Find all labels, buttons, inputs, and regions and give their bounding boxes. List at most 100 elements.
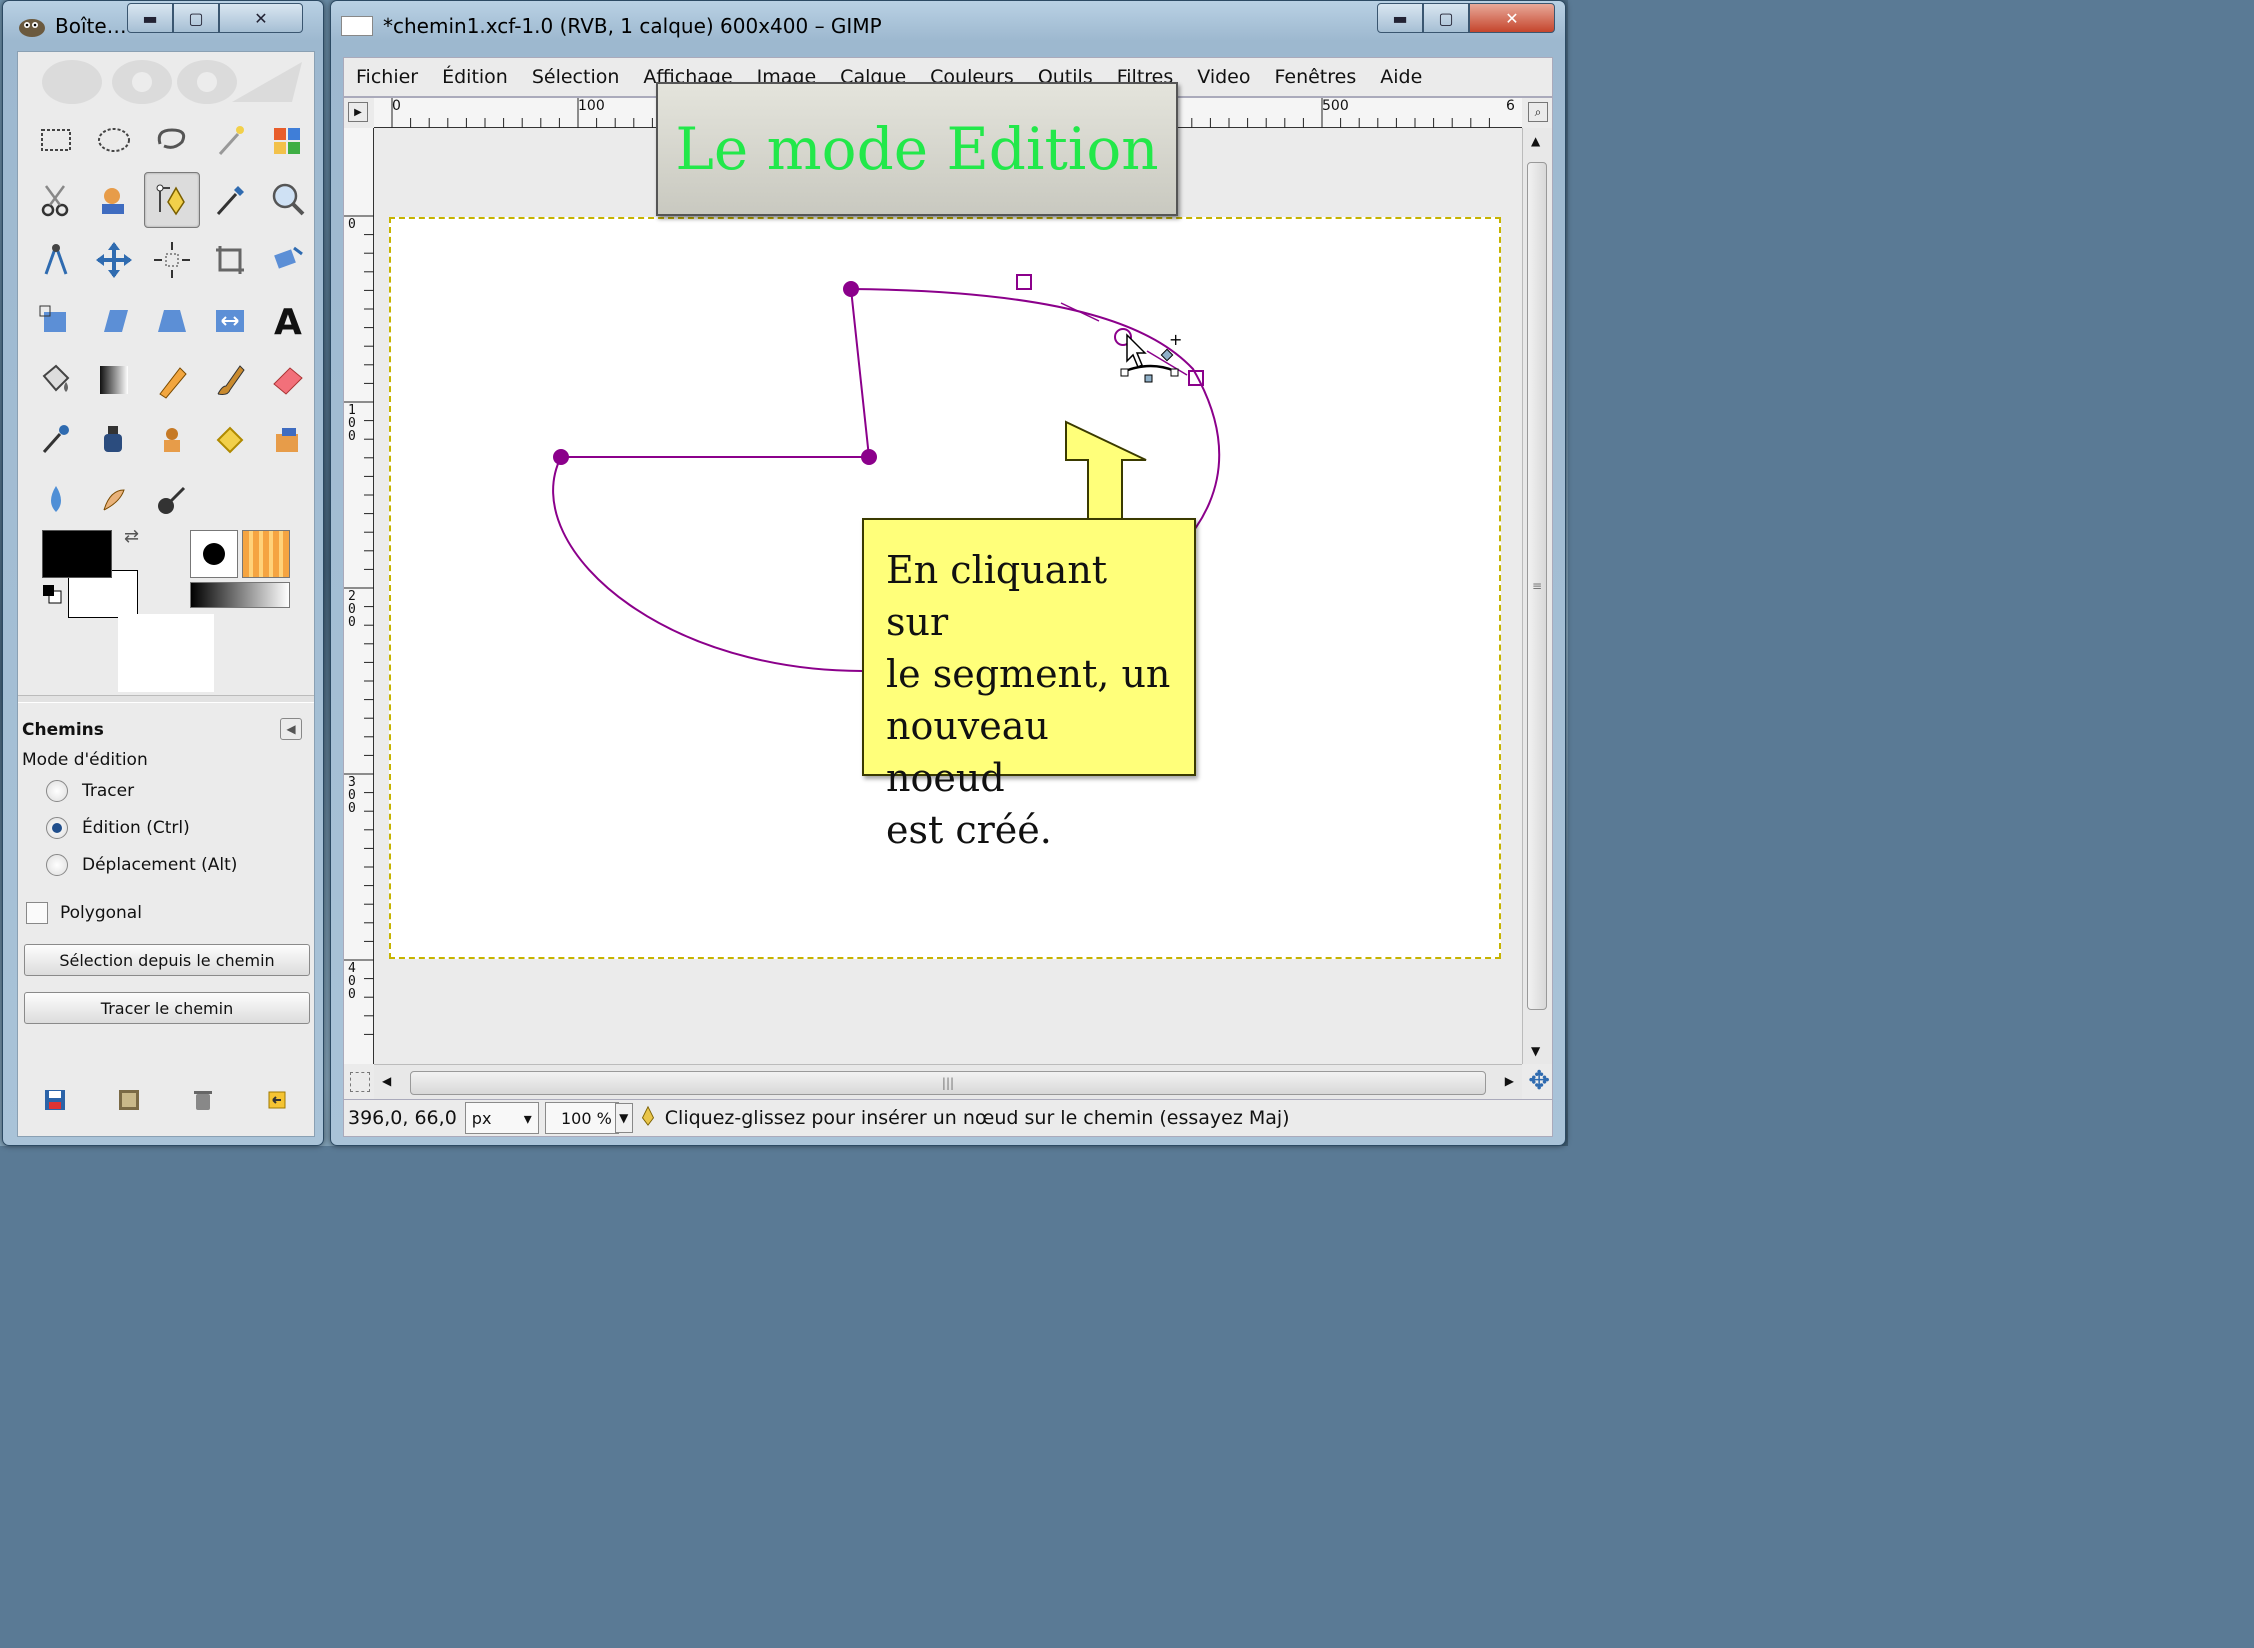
mode-radio-move[interactable]: Déplacement (Alt) [46, 854, 237, 876]
fuzzy-select-icon [218, 126, 244, 156]
tool-paintbrush[interactable] [202, 352, 258, 408]
panel-divider[interactable] [18, 695, 314, 703]
tool-perspective[interactable] [144, 292, 200, 348]
active-image-preview[interactable] [118, 614, 214, 692]
brush-preview[interactable] [190, 530, 238, 578]
maximize-button[interactable]: ▢ [1423, 3, 1469, 33]
tool-zoom[interactable] [260, 172, 316, 228]
tool-perspective-clone[interactable] [260, 412, 316, 468]
tool-color-select[interactable] [260, 112, 316, 168]
ruler-v-label: 300 [348, 775, 356, 816]
mode-radio-edit[interactable]: Édition (Ctrl) [46, 817, 190, 839]
scissors-icon [41, 185, 69, 217]
radio-button-selected[interactable] [46, 817, 68, 839]
tool-flip[interactable] [202, 292, 258, 348]
tool-text[interactable]: A [260, 292, 316, 348]
menu-edition[interactable]: Édition [430, 66, 520, 88]
tool-eraser[interactable] [260, 352, 316, 408]
menu-video[interactable]: Video [1185, 66, 1262, 88]
restore-options-icon[interactable] [115, 1086, 143, 1114]
tool-airbrush[interactable] [28, 412, 84, 468]
callout-box: En cliquant sur le segment, un nouveau n… [862, 518, 1196, 852]
foreground-color-swatch[interactable] [42, 530, 112, 578]
zoom-dropdown-icon[interactable]: ▼ [614, 1103, 633, 1133]
zoom-field[interactable]: 100 % [544, 1102, 619, 1134]
reset-options-icon[interactable] [263, 1086, 291, 1114]
vertical-scroll-thumb[interactable]: ≡ [1527, 162, 1547, 1010]
panel-menu-icon[interactable]: ◀ [280, 718, 302, 740]
vertical-scrollbar[interactable]: ▲ ≡ ▼ [1522, 128, 1552, 1064]
path-anchor[interactable] [843, 281, 859, 297]
menu-fenetres[interactable]: Fenêtres [1263, 66, 1369, 88]
maximize-button[interactable]: ▢ [173, 3, 219, 33]
tool-scale[interactable] [28, 292, 84, 348]
scroll-down-arrow-icon[interactable]: ▼ [1531, 1044, 1540, 1058]
tool-fuzzy-select[interactable] [202, 112, 258, 168]
scroll-up-arrow-icon[interactable]: ▲ [1531, 134, 1540, 148]
ruler-v-label: 100 [348, 403, 356, 444]
scale-icon [39, 305, 66, 332]
tool-smudge[interactable] [86, 472, 142, 528]
close-button[interactable]: ✕ [219, 3, 303, 33]
callout-arrow-icon [1065, 420, 1147, 521]
annotation-callout: En cliquant sur le segment, un nouveau n… [862, 420, 1196, 852]
tool-foreground-select[interactable] [86, 172, 142, 228]
tool-color-picker[interactable] [202, 172, 258, 228]
save-options-icon[interactable] [41, 1086, 69, 1114]
horizontal-scroll-thumb[interactable]: ||| [410, 1071, 1486, 1095]
document-icon [341, 16, 373, 36]
menu-selection[interactable]: Sélection [520, 66, 632, 88]
path-anchor[interactable] [553, 449, 569, 465]
vertical-ruler[interactable]: 0 100 200 300 400 [344, 128, 374, 1064]
menu-fichier[interactable]: Fichier [344, 66, 430, 88]
default-colors-icon[interactable] [42, 584, 62, 604]
menu-aide[interactable]: Aide [1368, 66, 1434, 88]
ruler-ticks-v [344, 215, 374, 1035]
scroll-right-arrow-icon[interactable]: ▶ [1505, 1074, 1514, 1088]
tool-move[interactable] [86, 232, 142, 288]
tool-ink[interactable] [86, 412, 142, 468]
path-handle[interactable] [1016, 274, 1032, 290]
minimize-button[interactable]: ▬ [127, 3, 173, 33]
tool-clone[interactable] [144, 412, 200, 468]
quick-mask-menu-icon[interactable]: ▶ [348, 102, 368, 122]
scroll-left-arrow-icon[interactable]: ◀ [382, 1074, 391, 1088]
tool-measure[interactable] [28, 232, 84, 288]
tool-dodge-burn[interactable] [144, 472, 200, 528]
tool-shear[interactable] [86, 292, 142, 348]
tool-scissors[interactable] [28, 172, 84, 228]
gradient-preview[interactable] [190, 582, 290, 608]
radio-button[interactable] [46, 854, 68, 876]
tool-crop[interactable] [202, 232, 258, 288]
tool-blur[interactable] [28, 472, 84, 528]
polygonal-checkbox-row[interactable]: Polygonal [26, 902, 142, 924]
rect-select-icon [41, 129, 71, 151]
swap-colors-icon[interactable]: ⇄ [124, 526, 139, 547]
horizontal-scrollbar[interactable]: ◀ ||| ▶ [374, 1064, 1522, 1100]
stroke-path-button[interactable]: Tracer le chemin [24, 992, 310, 1024]
polygonal-checkbox[interactable] [26, 902, 48, 924]
radio-button[interactable] [46, 780, 68, 802]
tool-align[interactable] [144, 232, 200, 288]
tool-heal[interactable] [202, 412, 258, 468]
unit-selector[interactable]: px ▾ [464, 1102, 539, 1134]
edit-mode-label: Mode d'édition [22, 750, 148, 770]
tool-paths[interactable] [144, 172, 200, 228]
tool-bucket-fill[interactable] [28, 352, 84, 408]
tool-rect-select[interactable] [28, 112, 84, 168]
tool-free-select[interactable] [144, 112, 200, 168]
quick-mask-toggle-icon[interactable] [350, 1072, 370, 1092]
close-button[interactable]: ✕ [1469, 3, 1555, 33]
tool-ellipse-select[interactable] [86, 112, 142, 168]
pattern-preview[interactable] [242, 530, 290, 578]
mode-radio-design[interactable]: Tracer [46, 780, 134, 802]
delete-options-icon[interactable] [189, 1086, 217, 1114]
selection-from-path-button[interactable]: Sélection depuis le chemin [24, 944, 310, 976]
tool-pencil[interactable] [144, 352, 200, 408]
navigate-icon[interactable]: ✥ [1528, 1066, 1550, 1096]
zoom-to-fit-icon[interactable]: ⌕ [1528, 102, 1548, 122]
tool-blend[interactable] [86, 352, 142, 408]
tool-rotate[interactable] [260, 232, 316, 288]
minimize-button[interactable]: ▬ [1377, 3, 1423, 33]
toolbox-window-buttons: ▬ ▢ ✕ [127, 3, 303, 33]
